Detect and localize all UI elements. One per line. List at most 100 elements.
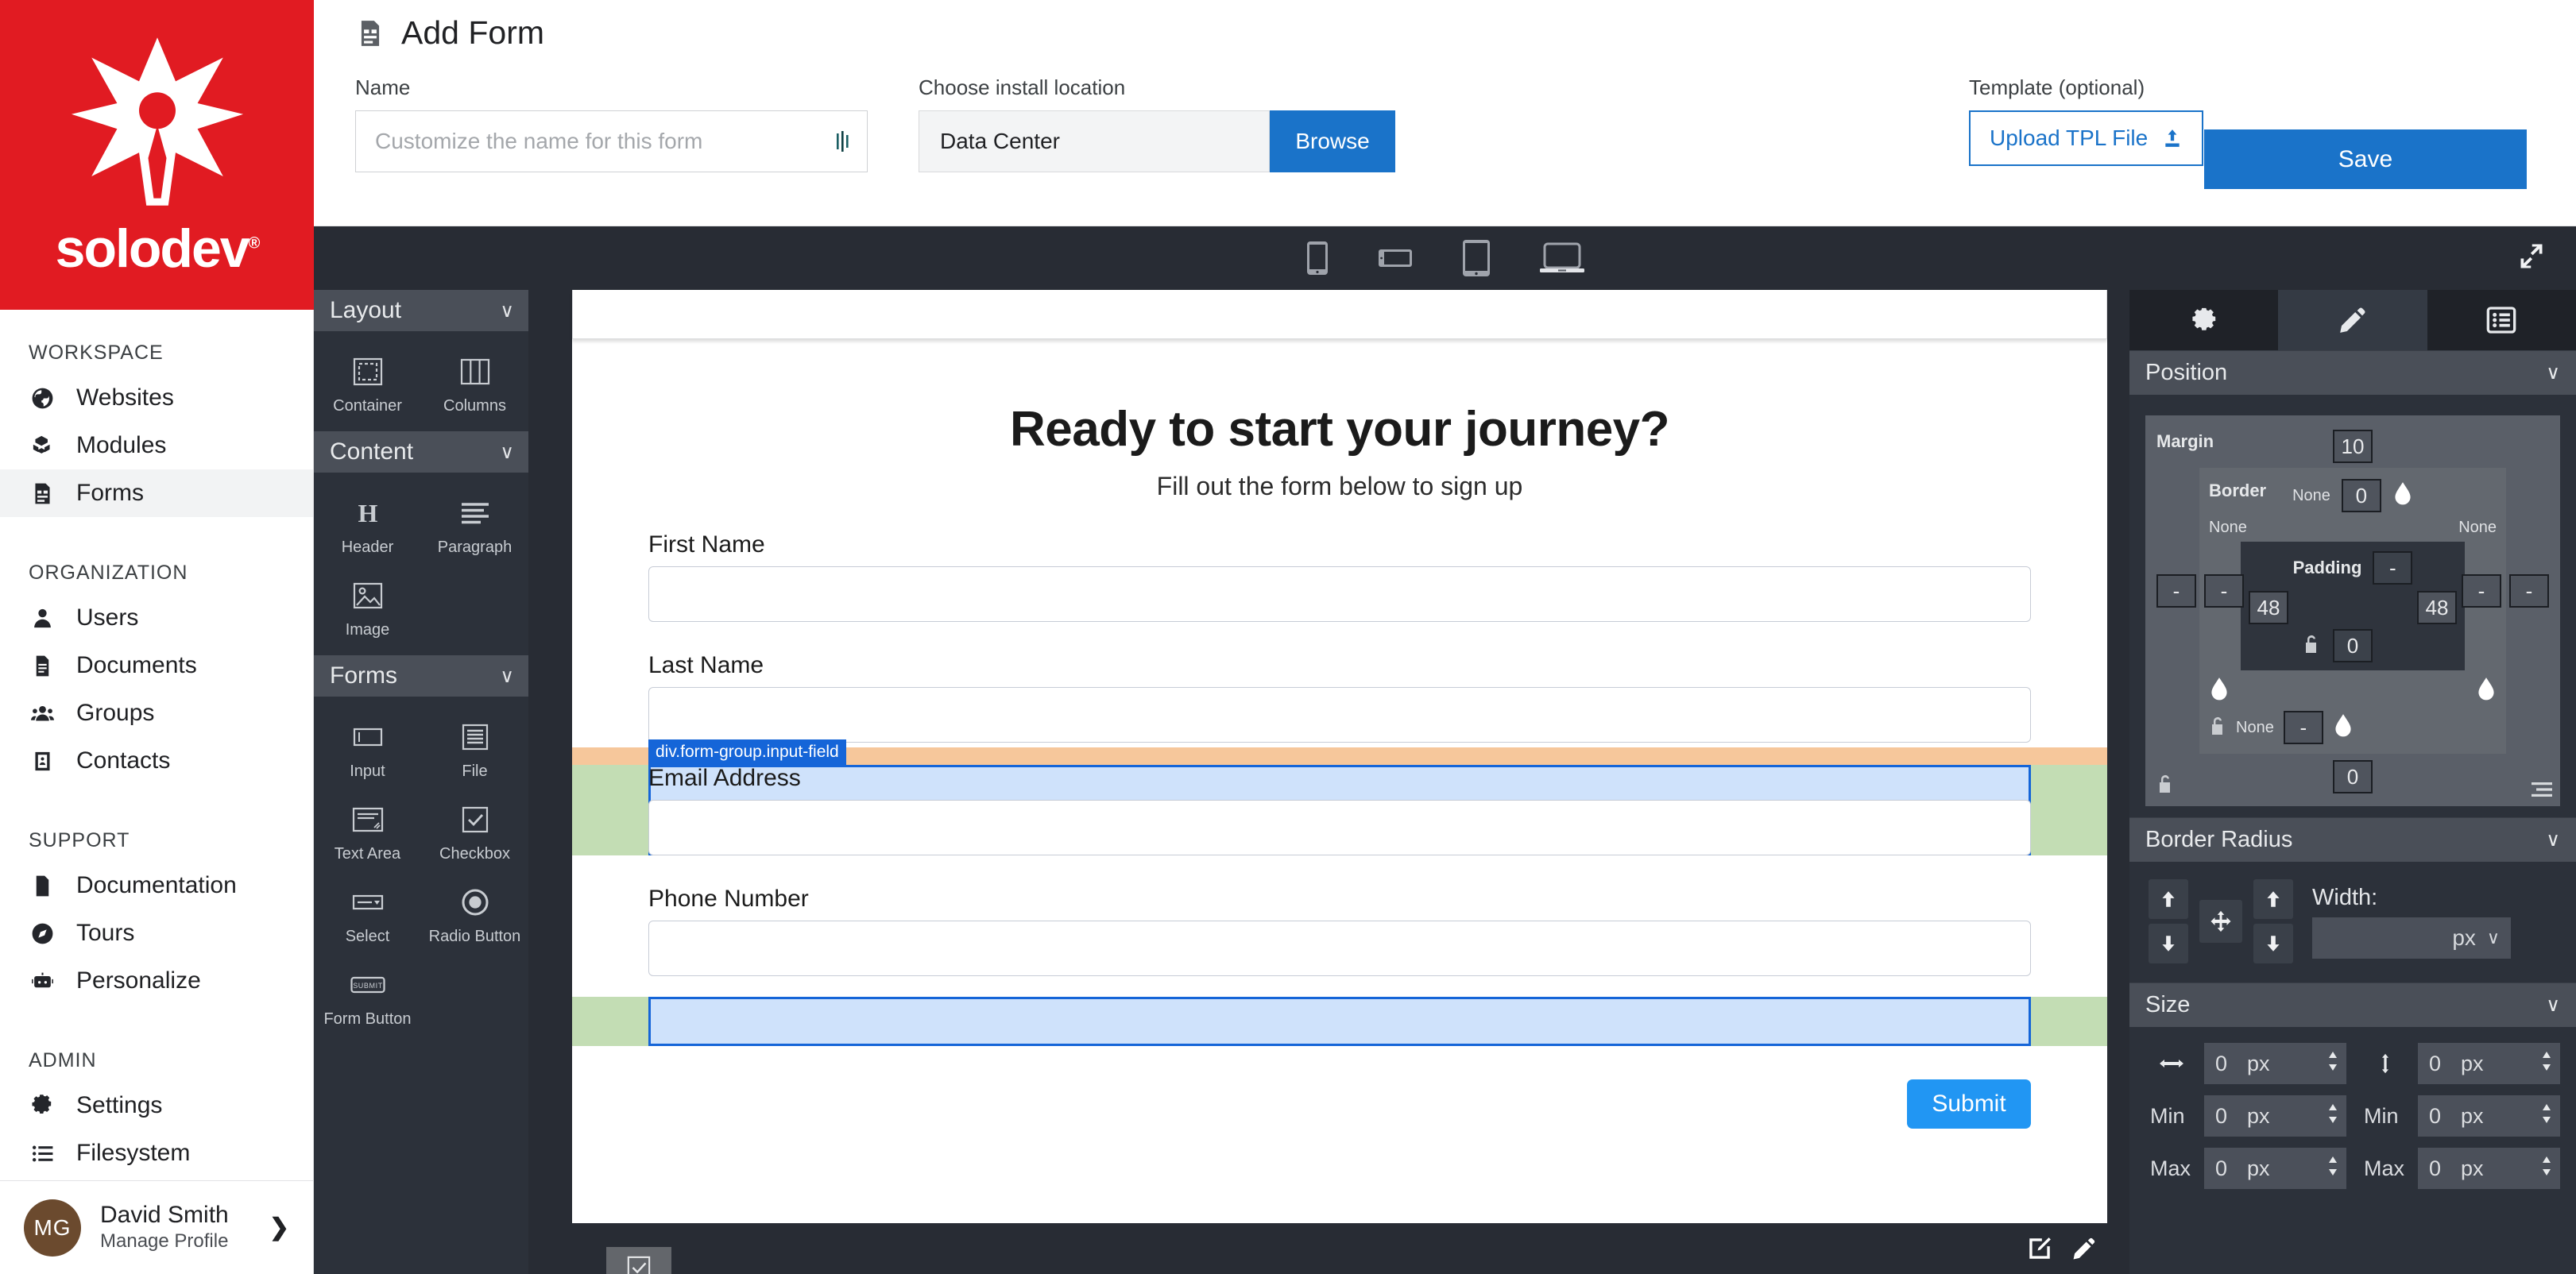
form-group-email-address[interactable]: div.form-group.input-field Email Address: [572, 739, 2107, 855]
laptop-icon[interactable]: [1539, 241, 1584, 275]
drop-target-zone[interactable]: [572, 997, 2107, 1046]
section-header-position[interactable]: Position ∨: [2129, 350, 2576, 395]
form-name-input[interactable]: Customize the name for this form: [355, 110, 868, 172]
border-bottom-width-input[interactable]: -: [2283, 711, 2323, 744]
min-width-stepper[interactable]: [2327, 1103, 2338, 1129]
palette-section-layout-header[interactable]: Layout ∨: [314, 290, 528, 331]
radius-down-left-button[interactable]: [2149, 924, 2188, 963]
palette-item-form-button[interactable]: SUBMIT Form Button: [314, 959, 421, 1033]
form-group-first-name[interactable]: First Name: [648, 531, 2031, 622]
max-width-input[interactable]: 0 px: [2204, 1148, 2346, 1189]
browse-button[interactable]: Browse: [1270, 110, 1395, 172]
min-height-input[interactable]: 0 px: [2418, 1095, 2560, 1137]
margin-bottom-input[interactable]: 0: [2333, 760, 2373, 793]
palette-item-radio-button[interactable]: Radio Button: [421, 876, 528, 951]
last-name-input[interactable]: [648, 687, 2031, 743]
tab-settings[interactable]: [2129, 290, 2279, 350]
radius-move-button[interactable]: [2199, 900, 2242, 943]
min-width-input[interactable]: 0 px: [2204, 1095, 2346, 1137]
section-header-size[interactable]: Size ∨: [2129, 983, 2576, 1027]
border-bottom-style[interactable]: None: [2236, 719, 2274, 737]
install-location-value[interactable]: Data Center: [919, 110, 1270, 172]
border-top-width-input[interactable]: 0: [2341, 479, 2381, 512]
save-button[interactable]: Save: [2204, 129, 2527, 189]
form-group-phone-number[interactable]: Phone Number: [648, 886, 2031, 976]
palette-item-image[interactable]: Image: [314, 569, 421, 644]
palette-item-paragraph[interactable]: Paragraph: [421, 487, 528, 562]
box-model-menu-icon[interactable]: [2530, 780, 2554, 803]
pencil-icon[interactable]: [2071, 1235, 2098, 1262]
edit-square-icon[interactable]: [2026, 1235, 2053, 1262]
padding-bottom-input[interactable]: 0: [2333, 629, 2373, 662]
sidebar-item-groups[interactable]: Groups: [0, 689, 313, 737]
padding-lock-icon[interactable]: [2303, 634, 2320, 658]
padding-top-input[interactable]: -: [2373, 551, 2413, 585]
width-input[interactable]: 0 px: [2204, 1043, 2346, 1084]
sidebar-item-users[interactable]: Users: [0, 594, 313, 642]
brand-logo[interactable]: solodev®: [0, 0, 314, 310]
tab-layers[interactable]: [2427, 290, 2576, 350]
border-top-color-icon[interactable]: [2392, 481, 2413, 511]
max-height-stepper[interactable]: [2541, 1156, 2552, 1182]
palette-item-columns[interactable]: Columns: [421, 346, 528, 420]
border-right-color-icon[interactable]: [2476, 677, 2497, 706]
sidebar-item-documents[interactable]: Documents: [0, 642, 313, 689]
phone-landscape-icon[interactable]: [1378, 246, 1413, 270]
border-left-style[interactable]: None: [2209, 519, 2247, 537]
margin-outer-left-input[interactable]: -: [2156, 574, 2196, 608]
sidebar-item-websites[interactable]: Websites: [0, 374, 313, 422]
palette-item-header[interactable]: H Header: [314, 487, 421, 562]
margin-outer-right-input[interactable]: -: [2509, 574, 2549, 608]
phone-portrait-icon[interactable]: [1306, 241, 1329, 276]
palette-item-checkbox[interactable]: Checkbox: [421, 793, 528, 868]
sidebar-item-contacts[interactable]: Contacts: [0, 737, 313, 785]
sidebar-item-filesystem[interactable]: Filesystem: [0, 1129, 313, 1177]
max-height-input[interactable]: 0 px: [2418, 1148, 2560, 1189]
margin-lock-icon[interactable]: [2156, 774, 2174, 798]
palette-section-forms-header[interactable]: Forms ∨: [314, 655, 528, 697]
sidebar-item-documentation[interactable]: Documentation: [0, 862, 313, 909]
chevron-right-icon[interactable]: ❯: [269, 1214, 289, 1241]
tab-style[interactable]: [2278, 290, 2427, 350]
sidebar-item-personalize[interactable]: Personalize: [0, 957, 313, 1005]
sidebar-item-modules[interactable]: Modules: [0, 422, 313, 469]
sidebar-item-settings[interactable]: Settings: [0, 1082, 313, 1129]
border-right-style[interactable]: None: [2458, 519, 2497, 537]
height-input[interactable]: 0 px: [2418, 1043, 2560, 1084]
height-stepper[interactable]: [2541, 1051, 2552, 1077]
margin-top-input[interactable]: 10: [2333, 430, 2373, 463]
tablet-icon[interactable]: [1462, 239, 1491, 277]
palette-item-file[interactable]: File: [421, 711, 528, 786]
phone-number-input[interactable]: [648, 921, 2031, 976]
palette-section-content-header[interactable]: Content ∨: [314, 431, 528, 473]
sidebar-item-tours[interactable]: Tours: [0, 909, 313, 957]
expand-icon[interactable]: [2517, 242, 2546, 275]
width-stepper[interactable]: [2327, 1051, 2338, 1077]
palette-item-input[interactable]: Input: [314, 711, 421, 786]
palette-item-text-area[interactable]: Text Area: [314, 793, 421, 868]
upload-tpl-button[interactable]: Upload TPL File: [1969, 110, 2204, 166]
first-name-input[interactable]: [648, 566, 2031, 622]
border-top-style[interactable]: None: [2292, 487, 2330, 505]
border-left-color-icon[interactable]: [2209, 677, 2230, 706]
radius-up-right-button[interactable]: [2253, 879, 2293, 919]
radius-width-input[interactable]: px ∨: [2312, 917, 2511, 959]
palette-item-select[interactable]: Select: [314, 876, 421, 951]
border-lock-icon[interactable]: [2209, 716, 2226, 740]
padding-right-input[interactable]: 48: [2417, 591, 2457, 624]
profile-card[interactable]: MG David Smith Manage Profile ❯: [0, 1180, 313, 1274]
submit-button[interactable]: Submit: [1907, 1079, 2031, 1129]
max-width-stepper[interactable]: [2327, 1156, 2338, 1182]
form-group-last-name[interactable]: Last Name: [648, 652, 2031, 743]
radius-up-left-button[interactable]: [2149, 879, 2188, 919]
email-address-input[interactable]: [648, 800, 2031, 855]
border-bottom-color-icon[interactable]: [2333, 713, 2354, 743]
radius-down-right-button[interactable]: [2253, 924, 2293, 963]
section-header-border-radius[interactable]: Border Radius ∨: [2129, 817, 2576, 862]
sidebar-item-forms[interactable]: Forms: [0, 469, 313, 517]
palette-item-container[interactable]: Container: [314, 346, 421, 420]
padding-left-input[interactable]: 48: [2249, 591, 2288, 624]
margin-left-input[interactable]: -: [2204, 574, 2244, 608]
margin-right-input[interactable]: -: [2462, 574, 2501, 608]
min-height-stepper[interactable]: [2541, 1103, 2552, 1129]
